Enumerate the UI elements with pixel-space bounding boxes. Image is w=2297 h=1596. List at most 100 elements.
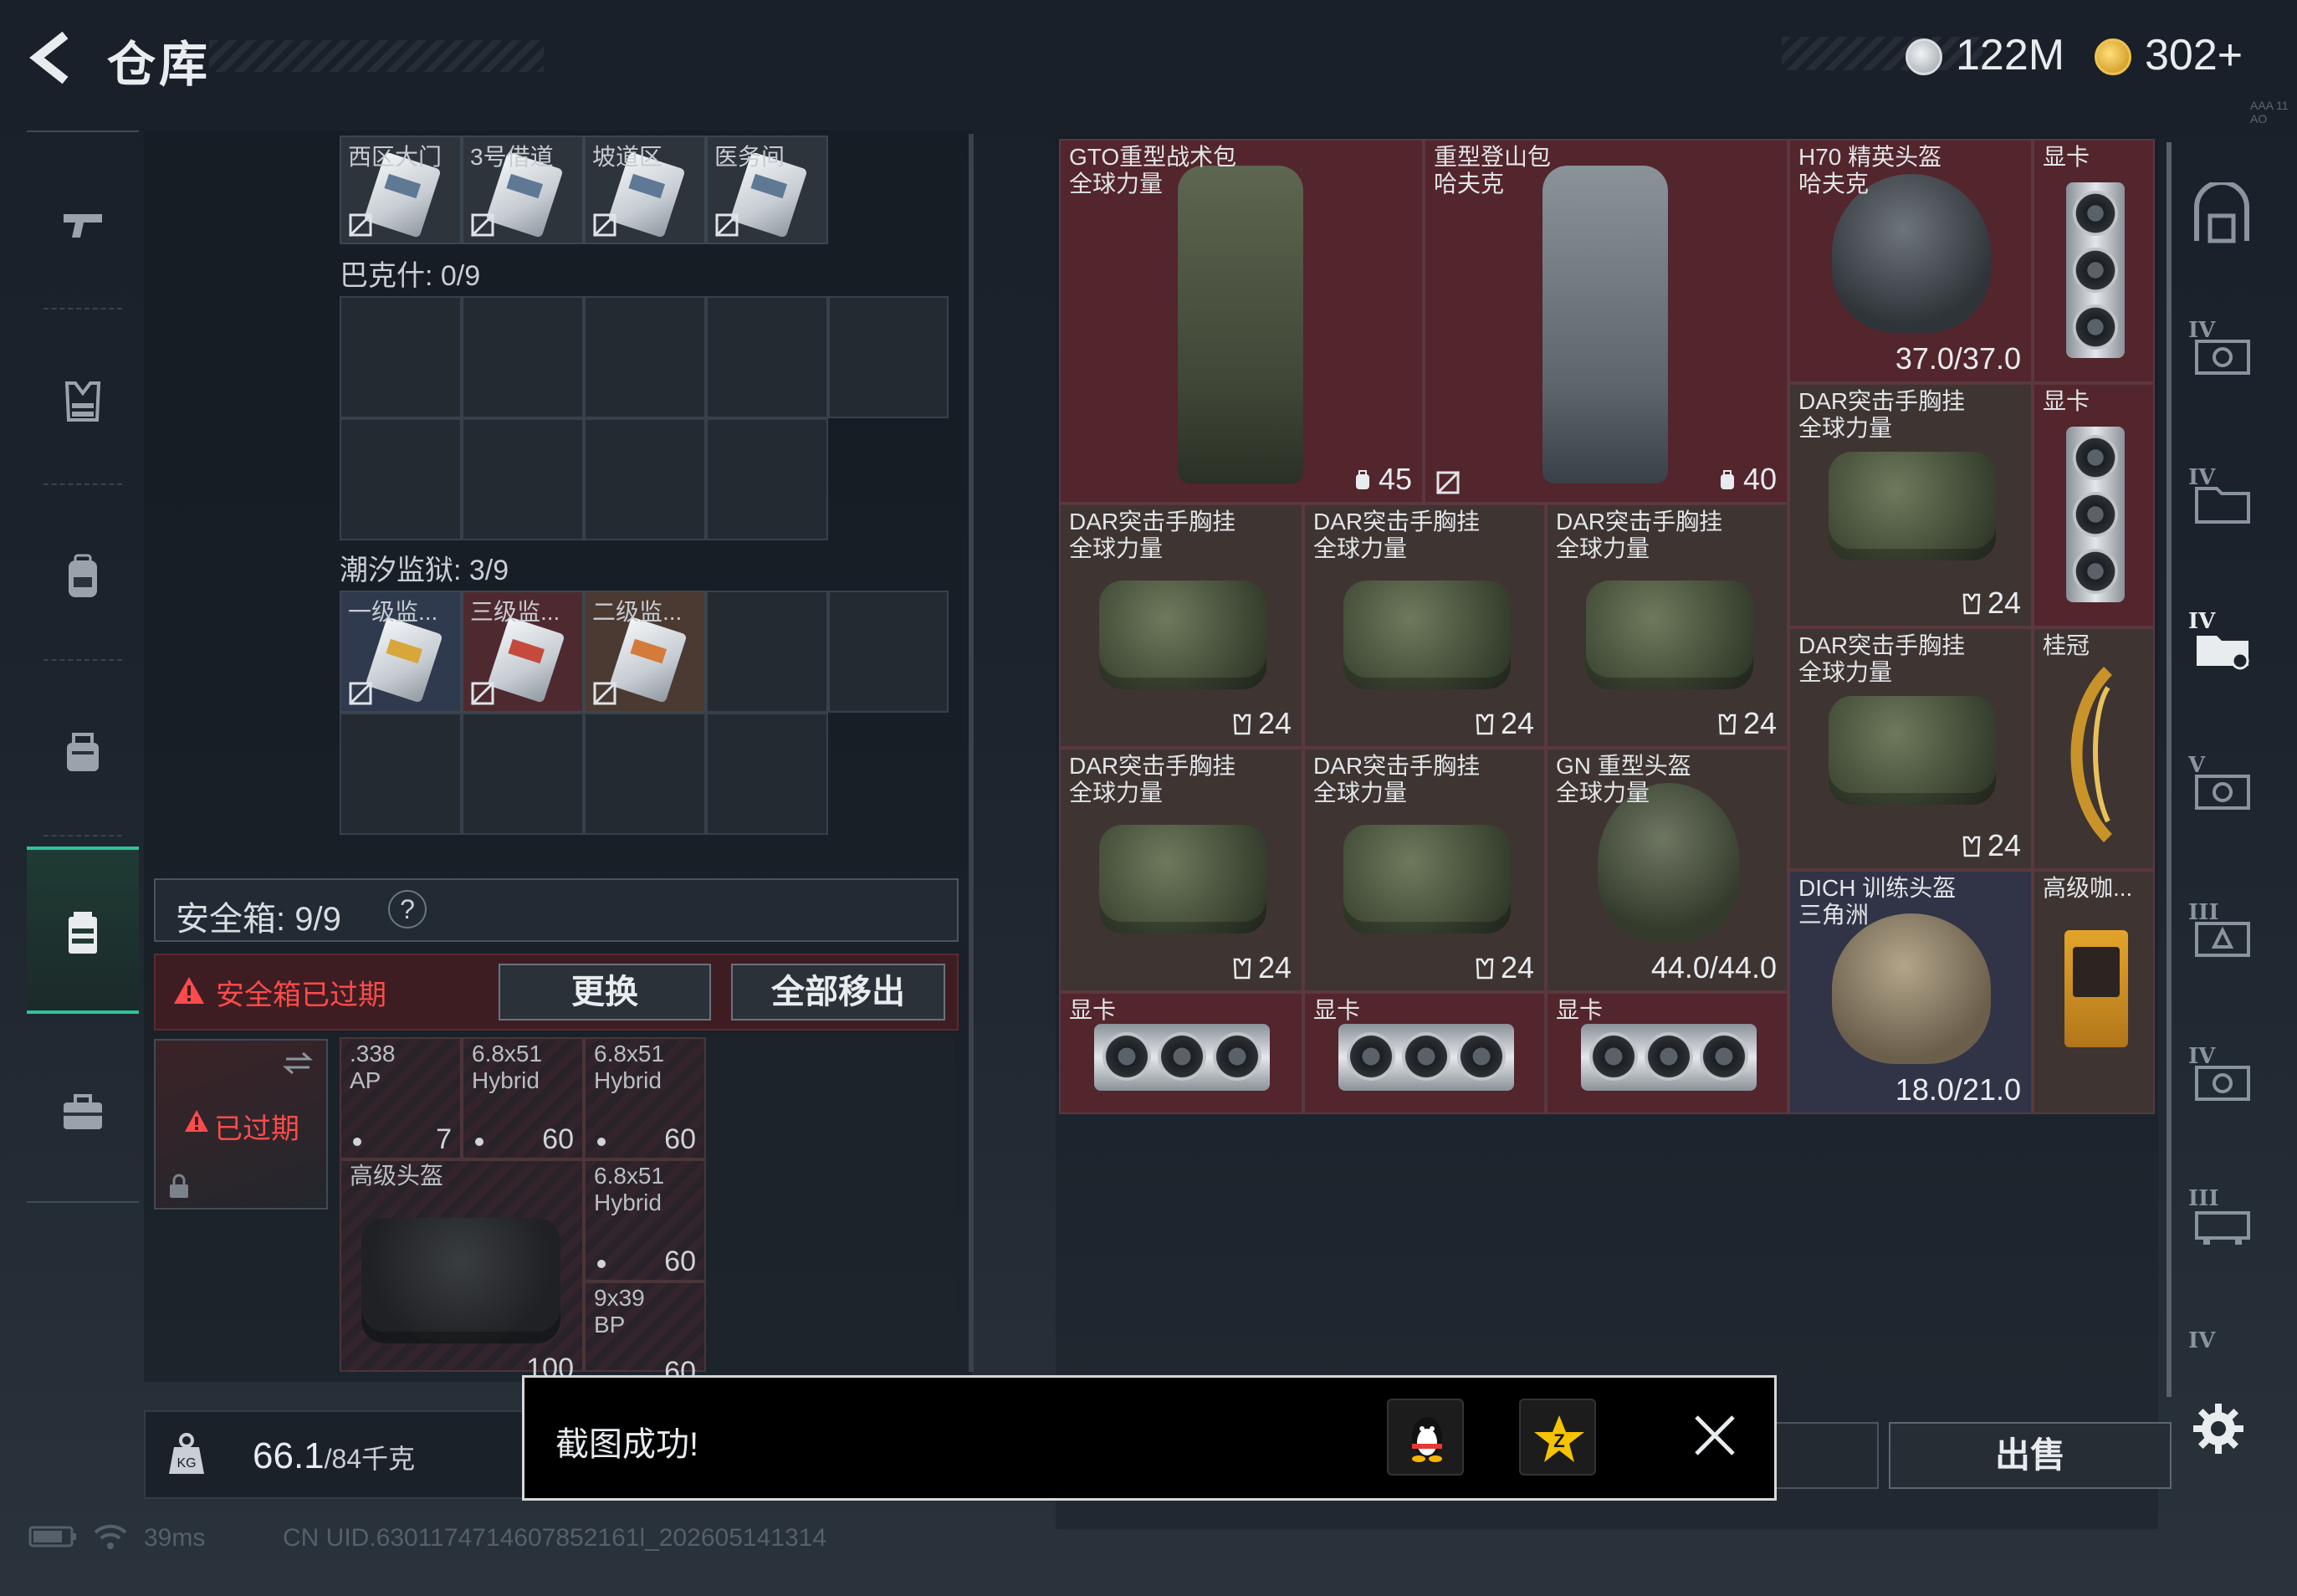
sidebar-item-rig[interactable] — [27, 669, 139, 836]
storage-tab-3[interactable]: IV — [2185, 609, 2259, 683]
helmet-item[interactable]: 高级头盔 100 — [340, 1159, 584, 1384]
ammo-item[interactable]: .338 AP 7 — [340, 1037, 462, 1159]
chest-rig-icon — [1343, 825, 1511, 934]
storage-item-dar-rig[interactable]: DAR突击手胸挂 全球力量 24 — [1303, 748, 1546, 992]
close-icon[interactable] — [1685, 1405, 1745, 1466]
storage-tab-5[interactable]: III — [2185, 900, 2259, 974]
storage-scrollbar[interactable] — [2167, 142, 2172, 1397]
graphics-card-icon — [2066, 427, 2125, 602]
key-slot[interactable] — [340, 418, 462, 540]
key-slot[interactable] — [462, 296, 584, 418]
key-slot[interactable] — [340, 713, 462, 835]
title-stripe — [209, 40, 544, 72]
sidebar-item-safe-case[interactable] — [27, 847, 139, 1014]
storage-item-dar-rig[interactable]: DAR突击手胸挂 全球力量 24 — [1546, 504, 1788, 748]
backpack-slot-icon — [1720, 470, 1734, 489]
storage-item-gpu[interactable]: 显卡 — [2033, 383, 2155, 627]
key-slot[interactable] — [706, 296, 828, 418]
back-arrow-icon[interactable] — [25, 28, 84, 87]
left-scrollbar[interactable] — [969, 134, 974, 1372]
storage-item-gpu[interactable]: 显卡 — [2033, 139, 2155, 383]
key-slot[interactable] — [584, 418, 706, 540]
key-card-item[interactable]: 一级监... — [340, 591, 462, 713]
chest-rig-icon — [1829, 452, 1996, 560]
capacity-value: 24 — [1987, 828, 2021, 862]
ammo-item[interactable]: 6.8x51 Hybrid 60 — [584, 1159, 706, 1281]
battery-icon — [28, 1526, 76, 1547]
storage-item-dar-rig[interactable]: DAR突击手胸挂 全球力量 24 — [1788, 383, 2033, 627]
rig-slot-icon — [1233, 958, 1251, 980]
item-name: H70 精英头盔 哈夫克 — [1798, 144, 1942, 197]
warehouse-home-icon[interactable] — [2190, 182, 2254, 246]
key-slot[interactable] — [340, 296, 462, 418]
heavy-helmet-icon — [1598, 783, 1740, 942]
storage-item-dar-rig[interactable]: DAR突击手胸挂 全球力量 24 — [1303, 504, 1546, 748]
share-qzone-button[interactable]: Z — [1519, 1399, 1596, 1476]
storage-item-dar-rig[interactable]: DAR突击手胸挂 全球力量 24 — [1059, 504, 1303, 748]
ammo-item[interactable]: 6.8x51 Hybrid 60 — [462, 1037, 584, 1159]
safe-case-item[interactable]: 已过期 — [154, 1039, 328, 1210]
key-card-item[interactable]: 3号借道 — [462, 136, 584, 244]
key-card-item[interactable]: 坡道区 — [584, 136, 706, 244]
key-slot[interactable] — [462, 713, 584, 835]
storage-item-gpu[interactable]: 显卡 — [1059, 992, 1303, 1114]
storage-box-icon — [2195, 1066, 2250, 1101]
storage-item-gn-helmet[interactable]: GN 重型头盔 全球力量 44.0/44.0 — [1546, 748, 1788, 992]
sidebar-item-backpack[interactable] — [27, 494, 139, 661]
key-slot[interactable] — [706, 591, 828, 713]
bakesh-key-label: 巴克什: 0/9 — [340, 260, 481, 292]
access-card-icon — [365, 616, 443, 703]
mountain-backpack-icon — [1542, 166, 1668, 483]
key-card-item[interactable]: 二级监... — [584, 591, 706, 713]
key-slot[interactable] — [462, 418, 584, 540]
replace-button[interactable]: 更换 — [499, 964, 711, 1021]
storage-tab-2[interactable]: IV — [2185, 465, 2259, 539]
share-qq-button[interactable] — [1387, 1399, 1464, 1476]
access-card-icon — [487, 616, 565, 703]
key-slot[interactable] — [828, 296, 949, 418]
sidebar-item-armor[interactable] — [27, 318, 139, 485]
money-amount[interactable]: 122M — [1956, 30, 2064, 80]
storage-item-laurel[interactable]: 桂冠 — [2033, 627, 2155, 870]
rarity-dot — [597, 1260, 606, 1268]
key-slot[interactable] — [706, 713, 828, 835]
key-slot[interactable] — [706, 418, 828, 540]
storage-tab-8[interactable]: IV — [2185, 1328, 2259, 1368]
item-count: 24 — [1474, 950, 1534, 985]
storage-tab-1[interactable]: IV — [2185, 318, 2259, 391]
storage-item-dich-helmet[interactable]: DICH 训练头盔 三角洲 18.0/21.0 — [1788, 870, 2033, 1114]
key-slot[interactable] — [828, 591, 949, 713]
key-slot[interactable] — [584, 713, 706, 835]
storage-tab-4[interactable]: V — [2185, 753, 2259, 826]
move-all-button[interactable]: 全部移出 — [731, 964, 945, 1021]
storage-item-coffee[interactable]: 高级咖... — [2033, 870, 2155, 1114]
settings-gear-icon[interactable] — [2192, 1402, 2245, 1455]
capacity-value: 24 — [1500, 950, 1534, 985]
storage-item-gpu[interactable]: 显卡 — [1546, 992, 1788, 1114]
sidebar-item-weapons[interactable] — [27, 142, 139, 309]
key-card-item[interactable]: 医务间 — [706, 136, 828, 244]
key-card-item[interactable]: 三级监... — [462, 591, 584, 713]
key-slot[interactable] — [584, 296, 706, 418]
storage-item-gto-backpack[interactable]: GTO重型战术包 全球力量 45 — [1059, 139, 1424, 504]
ammo-item[interactable]: 6.8x51 Hybrid 60 — [584, 1037, 706, 1159]
storage-item-mountain-backpack[interactable]: 重型登山包 哈夫克 40 — [1424, 139, 1788, 504]
storage-item-h70-helmet[interactable]: H70 精英头盔 哈夫克 37.0/37.0 — [1788, 139, 2033, 383]
sidebar-item-briefcase[interactable] — [27, 1029, 139, 1196]
rig-slot-icon — [1718, 714, 1737, 735]
warning-icon — [174, 977, 204, 1004]
key-card-item[interactable]: 西区大门 — [340, 136, 462, 244]
storage-item-dar-rig[interactable]: DAR突击手胸挂 全球力量 24 — [1059, 748, 1303, 992]
storage-tab-7[interactable]: III — [2185, 1186, 2259, 1260]
storage-item-dar-rig[interactable]: DAR突击手胸挂 全球力量 24 — [1788, 627, 2033, 870]
storage-rack-icon — [2195, 1211, 2250, 1245]
storage-tab-6[interactable]: IV — [2185, 1044, 2259, 1118]
item-name: 显卡 — [1556, 997, 1604, 1023]
sell-button[interactable]: 出售 — [1889, 1422, 2172, 1489]
help-icon[interactable]: ? — [388, 890, 427, 928]
ammo-item[interactable]: 9x39 BP 60 — [584, 1281, 706, 1388]
coin-amount[interactable]: 302+ — [2145, 30, 2243, 80]
item-count: 60 — [664, 1123, 696, 1155]
item-count: 45 — [1352, 462, 1412, 497]
storage-item-gpu[interactable]: 显卡 — [1303, 992, 1546, 1114]
